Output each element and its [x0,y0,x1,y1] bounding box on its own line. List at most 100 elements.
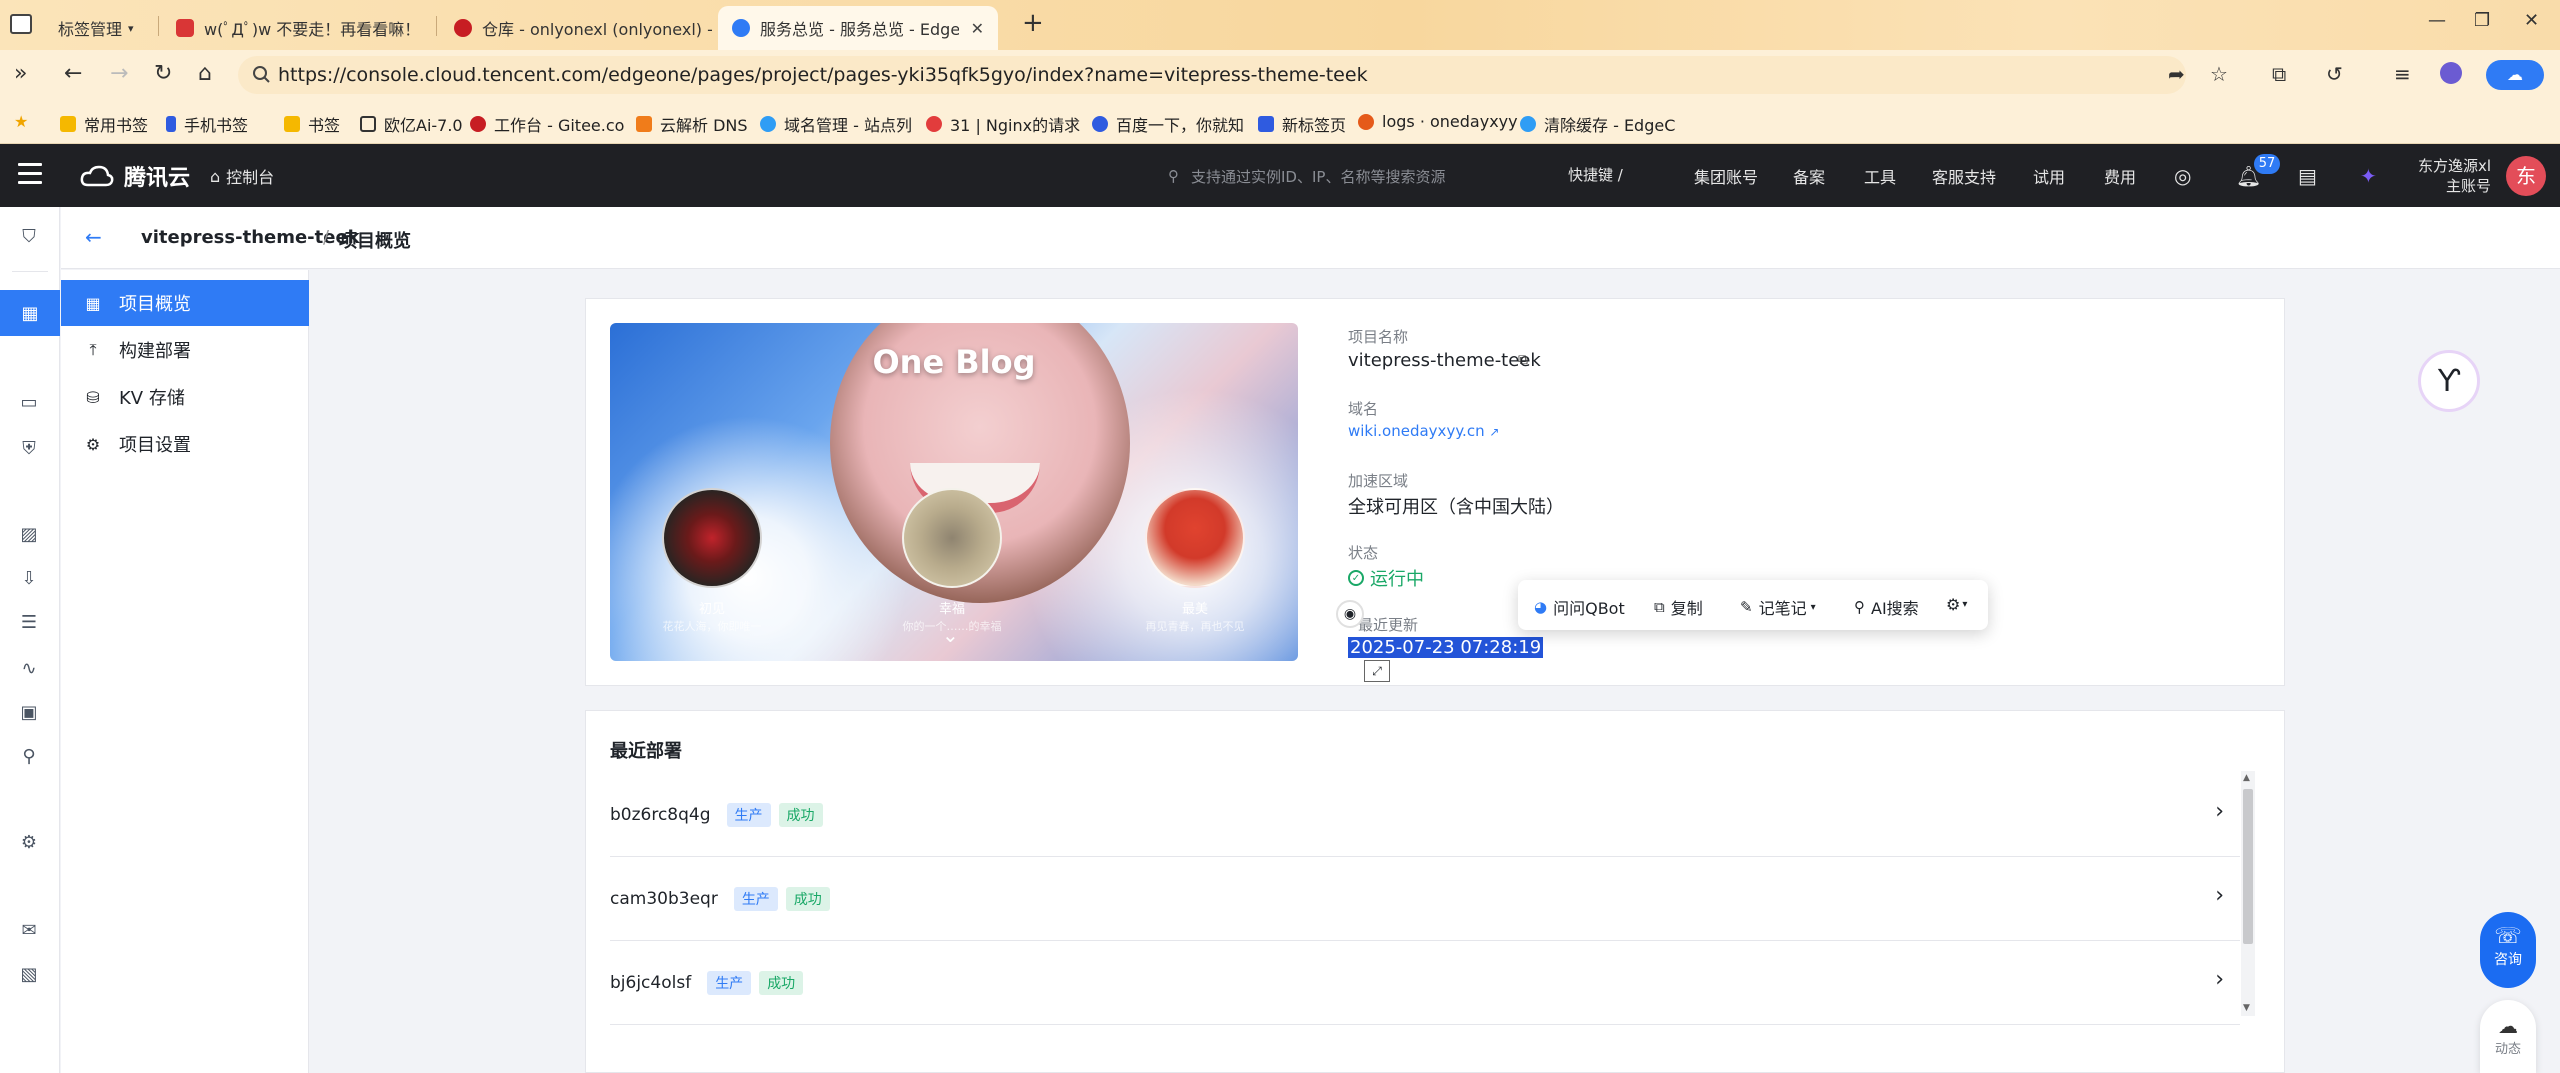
menu-icon[interactable]: ≡ [2394,62,2411,86]
chevron-right-icon[interactable]: › [2215,967,2224,992]
bookmark-item[interactable]: 欧亿Ai-7.0 [360,112,463,136]
shortcut-hint[interactable]: 快捷键 / [1568,164,1623,185]
qbot-icon[interactable]: ◉ [1336,600,1364,628]
new-tab-icon[interactable]: + [1022,8,1044,38]
nav-group-account[interactable]: 集团账号 [1694,164,1758,188]
inbox-icon[interactable]: ▤ [2298,164,2317,188]
tab-bookmark-manager[interactable]: 标签管理 ▾ [44,6,154,50]
console-link[interactable]: ⌂ 控制台 [210,164,274,188]
ask-qbot-button[interactable]: ◕ 问问QBot [1534,595,1625,619]
share-icon[interactable]: ➦ [2168,62,2185,86]
dashboard-icon[interactable]: ▦ [0,290,60,336]
subnav-item-settings[interactable]: ⚙ 项目设置 [61,421,309,467]
copy-button[interactable]: ⧉ 复制 [1654,595,1703,619]
bookmark-item[interactable]: 手机书签 [166,112,248,136]
shield-icon[interactable]: ⛉ [14,221,44,251]
drag-handle-icon[interactable]: ⤢ [1364,660,1390,682]
domain-link[interactable]: wiki.onedayxyy.cn ↗ [1348,422,1499,440]
bookmark-item[interactable]: 域名管理 - 站点列 [760,112,912,136]
forward-icon[interactable]: → [110,61,128,86]
recent-deployments-card: 最近部署 b0z6rc8q4g 生产 成功 › cam30b3eqr 生产 成功… [585,710,2285,1073]
project-overview-card: One Blog 初见 花花人海，你即唯一 幸福 你的一个……的幸福 最美 再见… [585,298,2285,686]
history-icon[interactable]: ↺ [2326,62,2343,86]
table-row[interactable]: cam30b3eqr 生产 成功 › [610,857,2240,941]
bookmark-item[interactable]: logs · onedayxyy [1358,112,1518,131]
close-icon[interactable]: ✕ [971,19,984,38]
bookmark-item[interactable]: 百度一下，你就知 [1092,112,1244,136]
sidebar-toggle-icon[interactable] [10,14,32,34]
scrollbar-thumb[interactable] [2243,789,2253,944]
star-icon[interactable]: ☆ [2210,62,2228,86]
nav-support[interactable]: 客服支持 [1932,164,1996,188]
menu-icon[interactable] [18,163,42,185]
home-icon[interactable]: ⌂ [198,61,212,86]
subnav-item-overview[interactable]: ▦ 项目概览 [61,280,309,326]
reload-icon[interactable]: ↻ [154,61,172,86]
avatar[interactable]: 东 [2506,156,2546,196]
list-icon[interactable]: ☰ [14,607,44,637]
house-icon [1258,116,1274,132]
note-button[interactable]: ✎ 记笔记 ▾ [1740,595,1816,619]
extension-icon[interactable]: ⧉ [2272,62,2286,86]
nav-trial[interactable]: 试用 [2033,164,2065,188]
double-chevron-icon[interactable]: » [14,61,27,86]
restore-icon[interactable]: ❐ [2474,10,2490,31]
chart-icon[interactable]: ▨ [14,519,44,549]
bookmark-item[interactable]: 工作台 - Gitee.co [470,112,624,136]
scroll-down-icon[interactable]: ▼ [2243,1003,2250,1013]
dns-icon [636,116,652,132]
monitor-icon[interactable]: ▭ [14,387,44,417]
subnav-item-build[interactable]: ⤒ 构建部署 [61,327,309,373]
chevron-right-icon[interactable]: › [2215,883,2224,908]
back-arrow-icon[interactable]: ← [85,225,102,249]
bookmark-item[interactable]: 书签 [284,112,340,136]
profile-icon[interactable] [2440,62,2462,84]
gauge-icon[interactable]: ◎ [2174,164,2191,188]
bookmark-item[interactable]: 常用书签 [60,112,148,136]
subnav-item-kv[interactable]: ⛁ KV 存储 [61,374,309,420]
site-info-icon[interactable] [252,65,270,83]
search-icon[interactable]: ⚲ [14,741,44,771]
message-icon[interactable]: ✉ [14,915,44,945]
ai-search-button[interactable]: ⚲ AI搜索 [1854,595,1919,619]
download-icon[interactable]: ⇩ [14,563,44,593]
bookmark-item[interactable]: 31 | Nginx的请求 [926,112,1080,136]
toolbar-settings-button[interactable]: ⚙ ▾ [1946,595,1967,614]
close-window-icon[interactable]: ✕ [2524,10,2539,31]
minimize-icon[interactable]: — [2428,10,2446,31]
table-row[interactable]: bj6jc4olsf 生产 成功 › [610,941,2240,1025]
cloud-icon [732,19,750,37]
nav-billing[interactable]: 费用 [2104,164,2136,188]
chevron-down-icon: ⌄ [942,623,959,647]
chat-icon [360,116,376,132]
assistant-logo-icon[interactable]: Ƴ [2418,350,2480,412]
account-info[interactable]: 东方逸源xl 主账号 [2418,156,2491,196]
tab-blog[interactable]: w(ﾟДﾟ)w 不要走！再看看嘛！ [162,6,432,50]
bookmark-item[interactable]: 新标签页 [1258,112,1346,136]
url-input[interactable]: https://console.cloud.tencent.com/edgeon… [238,56,2186,94]
image-icon[interactable]: ▧ [14,959,44,989]
security-icon[interactable]: ⛨ [14,433,44,463]
nav-tools[interactable]: 工具 [1864,164,1896,188]
bookmarks-bar: ★ 常用书签 手机书签 书签 欧亿Ai-7.0 工作台 - Gitee.co 云… [0,100,2560,144]
tab-edgeone[interactable]: 服务总览 - 服务总览 - EdgeO ✕ [718,6,998,50]
tab-gitee[interactable]: 仓库 - onlyonexl (onlyonexl) - [440,6,712,50]
tencent-cloud-logo[interactable]: 腾讯云 [80,160,190,192]
copy-icon[interactable]: ⧉ [1518,352,1528,368]
consult-button[interactable]: ☏ 咨询 [2480,912,2536,988]
back-icon[interactable]: ← [64,61,82,86]
settings-list-icon[interactable]: ⚙ [14,827,44,857]
bookmark-item[interactable]: 清除缓存 - EdgeC [1520,112,1675,136]
chevron-right-icon[interactable]: › [2215,799,2224,824]
ip-icon[interactable]: ▣ [14,697,44,727]
search-icon: ⚲ [1168,167,1179,185]
bookmark-item[interactable]: 云解析 DNS [636,112,748,136]
ai-assistant-icon[interactable]: ✦ [2360,164,2377,188]
table-row[interactable]: b0z6rc8q4g 生产 成功 › [610,773,2240,857]
nav-beian[interactable]: 备案 [1793,164,1825,188]
scroll-up-icon[interactable]: ▲ [2243,773,2250,783]
cloud-sync-button[interactable]: ☁ [2486,60,2544,90]
site-preview-image[interactable]: One Blog 初见 花花人海，你即唯一 幸福 你的一个……的幸福 最美 再见… [610,323,1298,661]
activity-icon[interactable]: ∿ [14,653,44,683]
dynamic-button[interactable]: ☁ 动态 [2480,1000,2536,1073]
